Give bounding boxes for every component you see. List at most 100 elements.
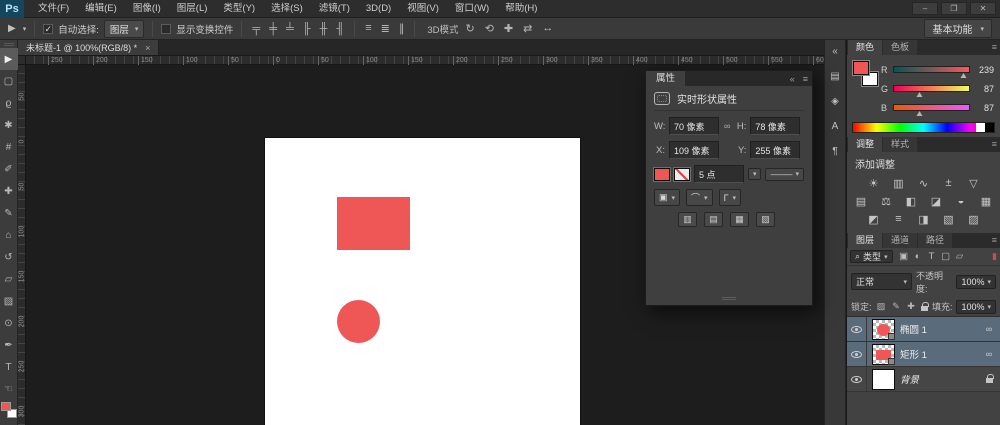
paragraph-panel-icon[interactable]: ¶ — [826, 143, 844, 159]
gradient-map-icon[interactable]: ▧ — [941, 212, 957, 226]
brush-tool[interactable]: ✎ — [0, 202, 18, 224]
foreground-color-swatch[interactable] — [853, 61, 869, 75]
menu-item-图像[interactable]: 图像(I) — [125, 0, 169, 18]
slider-thumb-icon[interactable] — [916, 89, 922, 97]
align-vertical-centers-icon[interactable]: ╪ — [267, 23, 279, 35]
rectangle-shape[interactable] — [337, 197, 410, 250]
layer-row[interactable]: 矩形 1∞ — [847, 342, 1000, 367]
3d-roll-icon[interactable]: ⟲ — [483, 22, 496, 35]
menu-item-窗口[interactable]: 窗口(W) — [447, 0, 497, 18]
path-operation-button[interactable]: ▥ — [678, 212, 697, 227]
menu-item-帮助[interactable]: 帮助(H) — [497, 0, 545, 18]
y-field[interactable]: 255 像素 — [750, 141, 800, 159]
menu-item-类型[interactable]: 类型(Y) — [215, 0, 263, 18]
history-panel-icon[interactable]: ▤ — [826, 68, 844, 84]
menu-item-图层[interactable]: 图层(L) — [169, 0, 216, 18]
horizontal-ruler[interactable]: 2502001501005005010015020025030035040045… — [26, 56, 824, 65]
slider-track-g[interactable] — [893, 85, 970, 92]
layer-row[interactable]: 背景 — [847, 367, 1000, 392]
photo-filter-icon[interactable]: ◪ — [928, 194, 944, 208]
fill-field[interactable]: 100% ▾ — [956, 300, 996, 314]
stroke-width-field[interactable]: 5 点 — [694, 165, 744, 183]
opacity-field[interactable]: 100% ▾ — [956, 275, 996, 289]
show-transform-checkbox[interactable] — [161, 24, 171, 34]
path-arrangement-button[interactable]: ▦ — [730, 212, 749, 227]
lock-all-icon[interactable] — [921, 306, 928, 311]
tab-图层[interactable]: 图层 — [848, 233, 882, 248]
layer-visibility-toggle[interactable] — [847, 317, 867, 341]
lock-position-icon[interactable]: ✚ — [906, 301, 917, 312]
move-tool-preset-icon[interactable]: ▶ — [6, 23, 18, 34]
align-bottom-edges-icon[interactable]: ╧ — [284, 23, 296, 35]
align-right-edges-icon[interactable]: ╢ — [334, 23, 346, 35]
tools-grip[interactable] — [4, 43, 14, 46]
3d-scale-icon[interactable]: ↔ — [540, 22, 555, 35]
3d-drag-icon[interactable]: ✚ — [502, 22, 515, 35]
workspace-switcher[interactable]: 基本功能 ▾ — [924, 19, 992, 38]
hand-tool[interactable]: ☜ — [0, 378, 18, 400]
tab-颜色[interactable]: 颜色 — [848, 40, 882, 55]
filter-shape-layers-icon[interactable]: ▢ — [939, 251, 953, 262]
stroke-caps-select[interactable]: ⌒▾ — [686, 189, 713, 206]
exposure-icon[interactable]: ± — [941, 176, 957, 190]
hue-saturation-icon[interactable]: ▤ — [853, 194, 869, 208]
tab-properties[interactable]: 属性 — [646, 71, 685, 86]
auto-select-target-select[interactable]: 图层 ▾ — [104, 20, 145, 38]
layer-thumbnail[interactable] — [872, 344, 895, 365]
eraser-tool[interactable]: ▱ — [0, 268, 18, 290]
collapse-dock-icon[interactable]: « — [826, 43, 844, 59]
color-balance-icon[interactable]: ⚖ — [878, 194, 894, 208]
selective-color-icon[interactable]: ▨ — [966, 212, 982, 226]
panel-menu-icon[interactable]: ≡ — [799, 74, 812, 84]
menu-item-3D[interactable]: 3D(D) — [358, 0, 399, 18]
blend-mode-select[interactable]: 正常 ▾ — [851, 273, 912, 290]
lock-transparent-pixels-icon[interactable]: ▨ — [876, 301, 887, 312]
stroke-style-select[interactable]: ——— ▾ — [765, 168, 804, 181]
brightness-contrast-icon[interactable]: ☀ — [866, 176, 882, 190]
threshold-icon[interactable]: ◨ — [916, 212, 932, 226]
stroke-width-stepper[interactable]: ▾ — [748, 168, 762, 180]
minimize-button[interactable]: – — [912, 2, 938, 15]
pen-tool[interactable]: ✒ — [0, 334, 18, 356]
filter-smart-objects-icon[interactable]: ▱ — [953, 251, 967, 262]
navigator-panel-icon[interactable]: ◈ — [826, 93, 844, 109]
align-top-edges-icon[interactable]: ╤ — [250, 23, 262, 35]
filter-adjustment-layers-icon[interactable]: ◐ — [911, 251, 925, 262]
tab-调整[interactable]: 调整 — [848, 137, 882, 152]
invert-icon[interactable]: ◩ — [866, 212, 882, 226]
foreground-color-swatch[interactable] — [1, 402, 11, 411]
panel-menu-icon[interactable]: ≡ — [992, 42, 997, 52]
tab-色板[interactable]: 色板 — [883, 40, 917, 55]
filter-type-layers-icon[interactable]: T — [925, 251, 939, 262]
panel-resize-handle[interactable] — [654, 293, 804, 303]
distribute-bottom-edges-icon[interactable]: ∥ — [397, 22, 407, 35]
auto-select-checkbox[interactable]: ✓ — [43, 24, 53, 34]
crop-tool[interactable]: # — [0, 136, 18, 158]
move-tool[interactable]: ▶ — [0, 48, 18, 70]
collapse-panel-icon[interactable]: « — [786, 74, 799, 84]
history-brush-tool[interactable]: ↺ — [0, 246, 18, 268]
canvas-page[interactable] — [265, 138, 580, 425]
menu-item-视图[interactable]: 视图(V) — [399, 0, 447, 18]
layer-thumbnail[interactable] — [872, 319, 895, 340]
distribute-top-edges-icon[interactable]: ≡ — [363, 22, 373, 35]
vibrance-icon[interactable]: ▽ — [966, 176, 982, 190]
posterize-icon[interactable]: ≡ — [891, 212, 907, 226]
levels-icon[interactable]: ▥ — [891, 176, 907, 190]
layer-visibility-toggle[interactable] — [847, 367, 867, 391]
slider-track-b[interactable] — [893, 104, 970, 111]
rectangular-marquee-tool[interactable]: ▢ — [0, 70, 18, 92]
shape-extra-button[interactable]: ▧ — [756, 212, 775, 227]
link-dimensions-icon[interactable]: ∞ — [723, 121, 731, 131]
vertical-ruler[interactable]: 50050100150200250300350 — [18, 56, 26, 425]
character-panel-icon[interactable]: A — [826, 118, 844, 134]
tool-preset-arrow-icon[interactable]: ▾ — [23, 25, 27, 33]
gradient-tool[interactable]: ▨ — [0, 290, 18, 312]
ellipse-shape[interactable] — [337, 300, 380, 343]
width-field[interactable]: 70 像素 — [669, 117, 719, 135]
channel-mixer-icon[interactable]: ◒ — [953, 194, 969, 208]
3d-rotate-icon[interactable]: ↻ — [463, 22, 476, 35]
close-icon[interactable]: × — [145, 43, 150, 53]
height-field[interactable]: 78 像素 — [750, 117, 800, 135]
slider-track-r[interactable] — [893, 66, 970, 73]
